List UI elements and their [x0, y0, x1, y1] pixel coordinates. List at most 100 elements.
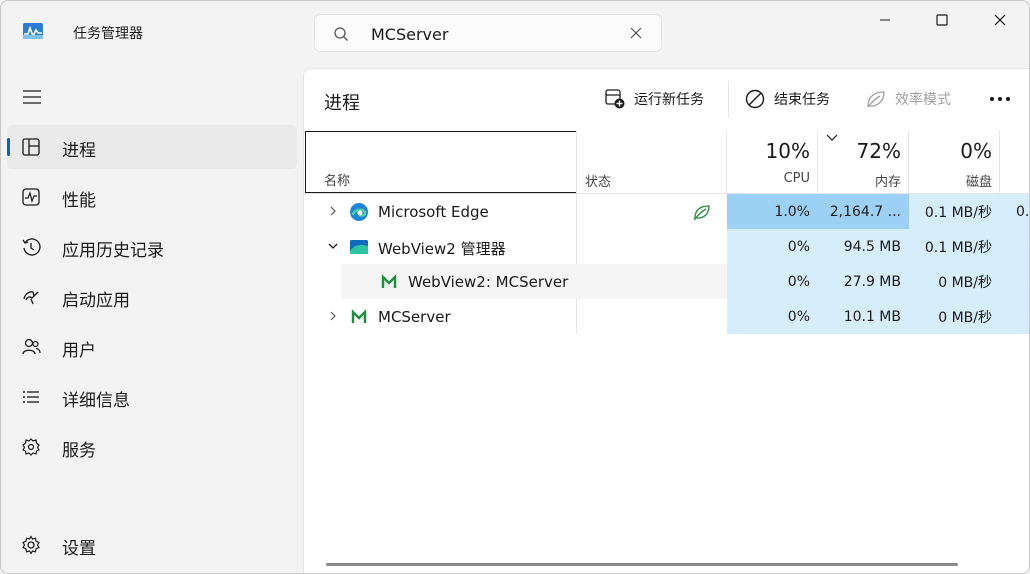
search-box[interactable]: [314, 14, 662, 52]
cpu-cell: 0%: [727, 229, 818, 264]
sidebar-item-processes[interactable]: 进程: [7, 125, 297, 169]
cpu-column-label: CPU: [783, 171, 810, 186]
disk-usage-percent: 0%: [960, 139, 992, 163]
disk-cell: 0 MB/秒: [909, 264, 1000, 299]
column-header-name[interactable]: 名称: [305, 131, 577, 193]
app-title: 任务管理器: [73, 26, 143, 42]
memory-usage-percent: 72%: [856, 139, 901, 163]
minimize-button[interactable]: [856, 1, 914, 39]
app-history-icon: [22, 238, 41, 256]
network-cell: 0: [1000, 264, 1029, 299]
close-button[interactable]: [971, 1, 1029, 39]
more-horizontal-icon: [990, 97, 1010, 101]
run-new-task-icon: [605, 89, 625, 109]
chevron-right-icon[interactable]: [326, 309, 340, 323]
close-icon: [994, 14, 1006, 26]
settings-gear-icon: [22, 535, 40, 555]
hamburger-menu-icon[interactable]: [19, 85, 47, 109]
cpu-cell: 0%: [727, 264, 818, 299]
disk-cell: 0.1 MB/秒: [909, 194, 1000, 229]
processes-icon: [22, 138, 40, 156]
run-new-task-label: 运行新任务: [634, 92, 704, 108]
process-name-cell: WebView2 管理器: [304, 229, 576, 264]
sidebar-item-details[interactable]: 详细信息: [7, 375, 297, 419]
efficiency-leaf-icon: [693, 205, 710, 221]
disk-cell: 0 MB/秒: [909, 299, 1000, 334]
performance-icon: [22, 188, 40, 206]
cpu-cell: 1.0%: [727, 194, 818, 229]
efficiency-mode-button[interactable]: 效率模式: [865, 85, 951, 113]
memory-cell: 94.5 MB: [818, 229, 909, 264]
network-cell: 0: [1000, 229, 1029, 264]
disk-cell: 0.1 MB/秒: [909, 229, 1000, 264]
sidebar-item-startup-apps[interactable]: 启动应用: [7, 275, 297, 319]
run-new-task-button[interactable]: 运行新任务: [604, 85, 704, 113]
column-divider: [817, 131, 818, 193]
memory-column-label: 内存: [874, 175, 901, 190]
chevron-down-icon[interactable]: [326, 239, 340, 253]
cpu-cell: 0%: [727, 299, 818, 334]
table-row[interactable]: WebView2 管理器 0% 94.5 MB 0.1 MB/秒 0: [304, 229, 1029, 264]
efficiency-mode-label: 效率模式: [895, 92, 951, 108]
mcserver-icon: [351, 309, 367, 323]
column-header-disk[interactable]: 0% 磁盘: [909, 131, 1000, 193]
memory-cell: 2,164.7 ...: [818, 194, 909, 229]
efficiency-leaf-icon: [867, 91, 885, 108]
end-task-icon: [745, 89, 765, 109]
startup-apps-icon: [23, 291, 39, 305]
process-name-cell: Microsoft Edge: [304, 194, 576, 229]
page-title: 进程: [324, 93, 360, 114]
sidebar-item-services[interactable]: 服务: [7, 425, 297, 469]
more-options-button[interactable]: [986, 85, 1014, 113]
sidebar-item-performance[interactable]: 性能: [7, 175, 297, 219]
table-row[interactable]: Microsoft Edge 1.0% 2,164.7 ... 0.1 MB/秒…: [304, 194, 1029, 229]
end-task-button[interactable]: 结束任务: [744, 85, 830, 113]
sidebar-item-label: 性能: [62, 191, 96, 211]
sort-descending-chevron-icon: [826, 134, 838, 141]
search-icon: [334, 27, 348, 41]
process-name-cell: MCServer: [304, 299, 576, 334]
maximize-icon: [936, 14, 948, 26]
edge-icon: [350, 203, 368, 221]
sidebar-item-label: 详细信息: [62, 391, 130, 411]
process-name: WebView2: MCServer: [408, 273, 569, 291]
column-divider: [908, 131, 909, 193]
clear-search-icon[interactable]: [629, 26, 643, 40]
sidebar-item-label: 进程: [62, 141, 96, 161]
column-header-status-label: 状态: [585, 175, 612, 190]
maximize-button[interactable]: [913, 1, 971, 39]
table-row[interactable]: WebView2: MCServer 0% 27.9 MB 0 MB/秒 0: [304, 264, 1029, 299]
sidebar-item-settings[interactable]: 设置: [7, 523, 297, 567]
network-cell: 0: [1000, 299, 1029, 334]
column-divider: [999, 131, 1000, 193]
task-manager-app-icon: [23, 23, 43, 39]
sidebar-item-label: 用户: [62, 341, 96, 361]
chevron-right-icon[interactable]: [326, 204, 340, 218]
memory-cell: 10.1 MB: [818, 299, 909, 334]
task-manager-window: 任务管理器 进程: [0, 0, 1030, 574]
end-task-label: 结束任务: [774, 92, 830, 108]
sidebar-item-label: 启动应用: [62, 291, 130, 311]
memory-cell: 27.9 MB: [818, 264, 909, 299]
process-name: MCServer: [378, 308, 451, 326]
mcserver-icon: [381, 274, 397, 288]
horizontal-scrollbar[interactable]: [326, 563, 958, 566]
table-row[interactable]: MCServer 0% 10.1 MB 0 MB/秒 0: [304, 299, 1029, 334]
sidebar-item-label: 服务: [62, 441, 96, 461]
sidebar-item-users[interactable]: 用户: [7, 325, 297, 369]
toolbar-divider: [728, 81, 729, 117]
cpu-usage-percent: 10%: [765, 139, 810, 163]
column-divider: [726, 131, 727, 193]
column-header-cpu[interactable]: 10% CPU: [727, 131, 818, 193]
main-panel: 进程 运行新任务 结束任务 效率模式 名称 状态 10% CPU 72% 内存 …: [303, 68, 1029, 573]
disk-column-label: 磁盘: [965, 175, 992, 190]
sidebar-item-label: 应用历史记录: [62, 241, 164, 261]
minimize-icon: [880, 19, 890, 21]
search-input[interactable]: [371, 22, 611, 46]
sidebar-item-app-history[interactable]: 应用历史记录: [7, 225, 297, 269]
column-header-status[interactable]: 状态: [577, 131, 727, 193]
active-indicator: [7, 138, 10, 156]
column-header-memory[interactable]: 72% 内存: [818, 131, 909, 193]
services-icon: [22, 438, 40, 456]
users-icon: [22, 338, 41, 355]
